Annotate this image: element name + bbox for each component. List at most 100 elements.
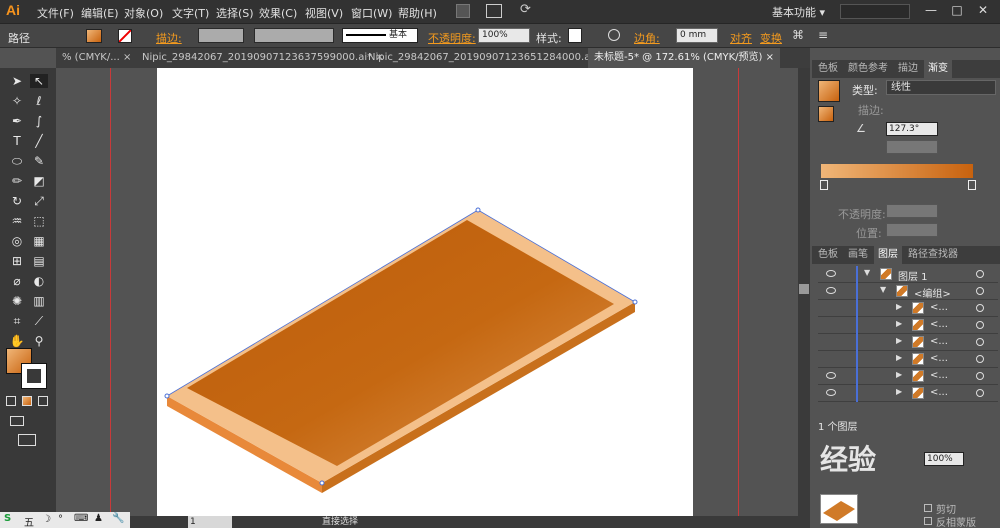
isolate-icon[interactable]: ⌘	[792, 28, 804, 42]
panel-menu-icon[interactable]: ≡	[818, 28, 828, 42]
blend-tool-icon[interactable]: ◐	[30, 274, 48, 288]
target-circle-icon[interactable]	[976, 287, 984, 295]
sync-icon[interactable]: ⟳	[520, 2, 531, 17]
fill-swatch[interactable]	[86, 29, 102, 43]
menu-type[interactable]: 文字(T)	[172, 5, 209, 21]
tab-pathfinder[interactable]: 路径查找器	[904, 246, 962, 264]
tab-doc-4[interactable]: 未标题-5* @ 172.61% (CMYK/预览) ×	[588, 48, 781, 68]
visibility-eye-icon[interactable]	[826, 389, 836, 396]
target-circle-icon[interactable]	[976, 389, 984, 397]
vertical-scrollbar[interactable]	[798, 68, 810, 518]
selection-tool-icon[interactable]: ➤	[8, 74, 26, 88]
opacity-field[interactable]: 100%	[478, 28, 530, 43]
tab-layers[interactable]: 图层	[874, 246, 902, 264]
skin-icon[interactable]: ♟	[94, 513, 103, 524]
hand-tool-icon[interactable]: ✋	[8, 334, 26, 348]
layer-row[interactable]: ▶ <...	[818, 385, 998, 402]
expand-right-icon[interactable]: ▶	[896, 319, 902, 328]
layer-row[interactable]: ▶ <...	[818, 351, 998, 368]
gradient-fill-swatch[interactable]	[818, 106, 834, 122]
workspace-switcher[interactable]: 基本功能 ▾	[772, 4, 825, 20]
brush-definition[interactable]: 基本	[342, 28, 418, 43]
visibility-eye-icon[interactable]	[826, 372, 836, 379]
stroke-swatch[interactable]	[118, 29, 132, 43]
gradient-angle-field[interactable]: 127.3°	[886, 122, 938, 136]
menu-effect[interactable]: 效果(C)	[259, 5, 297, 21]
graphic-style-swatch[interactable]	[568, 28, 582, 43]
shape-builder-tool-icon[interactable]: ◎	[8, 234, 26, 248]
tab-color-guide[interactable]: 颜色参考	[844, 60, 892, 78]
opacity-label[interactable]: 不透明度:	[428, 30, 476, 46]
eraser-tool-icon[interactable]: ◩	[30, 174, 48, 188]
pencil-tool-icon[interactable]: ✏	[8, 174, 26, 188]
anchor-point[interactable]	[632, 299, 638, 305]
artboard-tool-icon[interactable]: ⌗	[8, 314, 26, 328]
gradient-mode-icon[interactable]	[22, 396, 32, 406]
wooden-board-artwork[interactable]	[157, 68, 693, 518]
invert-mask-checkbox[interactable]	[924, 517, 932, 525]
expand-right-icon[interactable]: ▶	[896, 387, 902, 396]
stroke-label[interactable]: 描边:	[156, 30, 182, 46]
layer-row[interactable]: ▼ <编组>	[818, 283, 998, 300]
wubi-icon[interactable]: 五	[24, 514, 34, 528]
layer-row[interactable]: ▶ <...	[818, 317, 998, 334]
target-circle-icon[interactable]	[976, 321, 984, 329]
moon-icon[interactable]: ☽	[42, 514, 51, 525]
layer-row[interactable]: ▼ 图层 1	[818, 266, 998, 283]
close-icon[interactable]: ×	[766, 52, 774, 63]
tab-swatches[interactable]: 色板	[814, 60, 842, 78]
artboard-number-field[interactable]: 1	[188, 516, 232, 528]
keyboard-icon[interactable]: ⌨	[74, 513, 88, 524]
search-input[interactable]	[840, 4, 910, 19]
tab-gradient[interactable]: 渐变	[924, 60, 952, 78]
symbol-sprayer-tool-icon[interactable]: ✺	[8, 294, 26, 308]
tab-doc-2[interactable]: Nipic_29842067_20190907123637599000.ai* …	[136, 48, 390, 68]
input-method-icon[interactable]: S	[4, 513, 11, 524]
tab-doc-1[interactable]: % (CMYK/... ×	[56, 48, 137, 68]
close-button[interactable]: ✕	[970, 0, 996, 20]
align-link[interactable]: 对齐	[730, 30, 752, 46]
corner-radius-field[interactable]: 0 mm	[676, 28, 718, 43]
target-circle-icon[interactable]	[976, 270, 984, 278]
arrange-documents-icon[interactable]	[486, 4, 502, 18]
ellipse-tool-icon[interactable]: ⬭	[8, 154, 26, 168]
direct-selection-tool-icon[interactable]: ↖	[30, 74, 48, 88]
aspect-ratio-field[interactable]	[886, 140, 938, 154]
menu-select[interactable]: 选择(S)	[216, 5, 254, 21]
layer-row[interactable]: ▶ <...	[818, 300, 998, 317]
stop-opacity-field[interactable]	[886, 204, 938, 218]
expand-right-icon[interactable]: ▶	[896, 302, 902, 311]
mesh-tool-icon[interactable]: ⊞	[8, 254, 26, 268]
none-mode-icon[interactable]	[38, 396, 48, 406]
corner-label[interactable]: 边角:	[634, 30, 660, 46]
draw-mode-icon[interactable]	[10, 416, 24, 426]
type-tool-icon[interactable]: T	[8, 134, 26, 148]
lasso-tool-icon[interactable]: ℓ	[30, 94, 48, 108]
gradient-stop-right[interactable]	[968, 180, 976, 190]
gradient-ramp[interactable]	[821, 164, 973, 178]
target-circle-icon[interactable]	[976, 338, 984, 346]
scale-tool-icon[interactable]: ⤢	[30, 194, 48, 208]
visibility-eye-icon[interactable]	[826, 270, 836, 277]
transparency-opacity-field[interactable]: 100%	[924, 452, 964, 466]
layer-row[interactable]: ▶ <...	[818, 368, 998, 385]
layer-row[interactable]: ▶ <...	[818, 334, 998, 351]
curvature-tool-icon[interactable]: ∫	[30, 114, 48, 128]
line-tool-icon[interactable]: ╱	[30, 134, 48, 148]
menu-object[interactable]: 对象(O)	[124, 5, 163, 21]
maximize-button[interactable]: □	[944, 0, 970, 20]
anchor-point[interactable]	[164, 393, 170, 399]
paintbrush-tool-icon[interactable]: ✎	[30, 154, 48, 168]
expand-right-icon[interactable]: ▶	[896, 336, 902, 345]
rotate-tool-icon[interactable]: ↻	[8, 194, 26, 208]
target-circle-icon[interactable]	[976, 355, 984, 363]
variable-width-profile[interactable]	[254, 28, 334, 43]
close-icon[interactable]: ×	[123, 52, 131, 63]
tab-stroke[interactable]: 描边	[894, 60, 922, 78]
magic-wand-tool-icon[interactable]: ✧	[8, 94, 26, 108]
pen-tool-icon[interactable]: ✒	[8, 114, 26, 128]
menu-help[interactable]: 帮助(H)	[398, 5, 437, 21]
scroll-thumb[interactable]	[799, 284, 809, 294]
stop-location-field[interactable]	[886, 223, 938, 237]
stroke-weight-field[interactable]	[198, 28, 244, 43]
